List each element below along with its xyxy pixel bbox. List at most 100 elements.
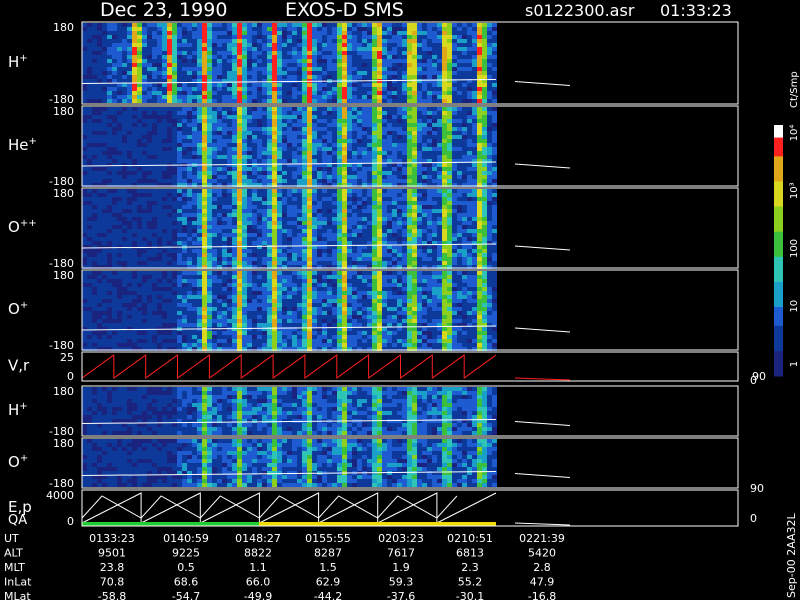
heatmap-cell xyxy=(157,71,162,75)
heatmap-cell xyxy=(387,167,392,171)
heatmap-cell xyxy=(472,99,477,103)
heatmap-cell xyxy=(347,63,352,67)
heatmap-cell xyxy=(492,71,497,75)
heatmap-cell xyxy=(292,51,297,55)
heatmap-cell xyxy=(102,91,107,95)
heatmap-cell xyxy=(147,47,152,51)
heatmap-cell xyxy=(132,221,137,225)
heatmap-cell xyxy=(102,59,107,63)
heatmap-cell xyxy=(337,147,342,151)
heatmap-cell xyxy=(322,107,327,111)
heatmap-cell xyxy=(227,213,232,217)
heatmap-cell xyxy=(297,221,302,225)
heatmap-cell xyxy=(182,213,187,217)
heatmap-cell xyxy=(202,209,207,213)
heatmap-cell xyxy=(197,221,202,225)
heatmap-cell xyxy=(322,115,327,119)
heatmap-cell xyxy=(82,115,87,119)
panel-label-sup: ++ xyxy=(20,218,37,229)
heatmap-cell xyxy=(277,51,282,55)
heatmap-cell xyxy=(232,179,237,183)
heatmap-cell xyxy=(302,189,307,193)
heatmap-cell xyxy=(162,59,167,63)
heatmap-cell xyxy=(482,229,487,233)
heatmap-cell xyxy=(262,79,267,83)
heatmap-cell xyxy=(177,179,182,183)
heatmap-cell xyxy=(197,55,202,59)
heatmap-cell xyxy=(407,205,412,209)
heatmap-cell xyxy=(392,39,397,43)
heatmap-cell xyxy=(97,31,102,35)
heatmap-cell xyxy=(292,59,297,63)
heatmap-cell xyxy=(297,59,302,63)
heatmap-cell xyxy=(97,143,102,147)
heatmap-cell xyxy=(252,179,257,183)
heatmap-cell xyxy=(182,167,187,171)
heatmap-cell xyxy=(302,35,307,39)
heatmap-cell xyxy=(227,43,232,47)
heatmap-cell xyxy=(467,189,472,193)
heatmap-cell xyxy=(467,47,472,51)
heatmap-cell xyxy=(227,135,232,139)
heatmap-cell xyxy=(412,95,417,99)
heatmap-cell xyxy=(162,83,167,87)
heatmap-cell xyxy=(172,155,177,159)
heatmap-cell xyxy=(317,193,322,197)
heatmap-cell xyxy=(402,91,407,95)
heatmap-cell xyxy=(147,127,152,131)
heatmap-cell xyxy=(347,111,352,115)
heatmap-cell xyxy=(342,233,347,237)
heatmap-cell xyxy=(422,99,427,103)
heatmap-cell xyxy=(202,159,207,163)
heatmap-cell xyxy=(112,233,117,237)
heatmap-cell xyxy=(452,163,457,167)
heatmap-cell xyxy=(397,23,402,27)
heatmap-cell xyxy=(342,99,347,103)
heatmap-cell xyxy=(362,87,367,91)
heatmap-cell xyxy=(312,193,317,197)
heatmap-cell xyxy=(297,167,302,171)
heatmap-cell xyxy=(332,107,337,111)
heatmap-cell xyxy=(122,119,127,123)
heatmap-cell xyxy=(367,139,372,143)
heatmap-cell xyxy=(332,51,337,55)
heatmap-cell xyxy=(317,261,322,265)
heatmap-cell xyxy=(82,63,87,67)
heatmap-cell xyxy=(447,233,452,237)
heatmap-cell xyxy=(317,241,322,245)
heatmap-cell xyxy=(237,143,242,147)
heatmap-cell xyxy=(372,201,377,205)
heatmap-cell xyxy=(152,127,157,131)
heatmap-cell xyxy=(322,55,327,59)
heatmap-cell xyxy=(132,139,137,143)
heatmap-cell xyxy=(212,143,217,147)
heatmap-cell xyxy=(407,261,412,265)
heatmap-cell xyxy=(427,253,432,257)
heatmap-cell xyxy=(207,217,212,221)
heatmap-cell xyxy=(122,241,127,245)
heatmap-cell xyxy=(242,159,247,163)
heatmap-cell xyxy=(237,201,242,205)
heatmap-cell xyxy=(262,245,267,249)
heatmap-cell xyxy=(272,221,277,225)
heatmap-cell xyxy=(342,131,347,135)
heatmap-cell xyxy=(142,205,147,209)
heatmap-cell xyxy=(162,213,167,217)
heatmap-cell xyxy=(87,189,92,193)
heatmap-cell xyxy=(172,213,177,217)
heatmap-cell xyxy=(112,119,117,123)
heatmap-cell xyxy=(452,167,457,171)
heatmap-cell xyxy=(147,71,152,75)
heatmap-cell xyxy=(492,75,497,79)
heatmap-cell xyxy=(317,75,322,79)
heatmap-cell xyxy=(297,175,302,179)
heatmap-cell xyxy=(107,175,112,179)
heatmap-cell xyxy=(307,131,312,135)
heatmap-cell xyxy=(192,127,197,131)
heatmap-cell xyxy=(492,119,497,123)
heatmap-cell xyxy=(347,47,352,51)
heatmap-cell xyxy=(182,257,187,261)
heatmap-cell xyxy=(462,163,467,167)
heatmap-cell xyxy=(227,47,232,51)
heatmap-cell xyxy=(437,71,442,75)
